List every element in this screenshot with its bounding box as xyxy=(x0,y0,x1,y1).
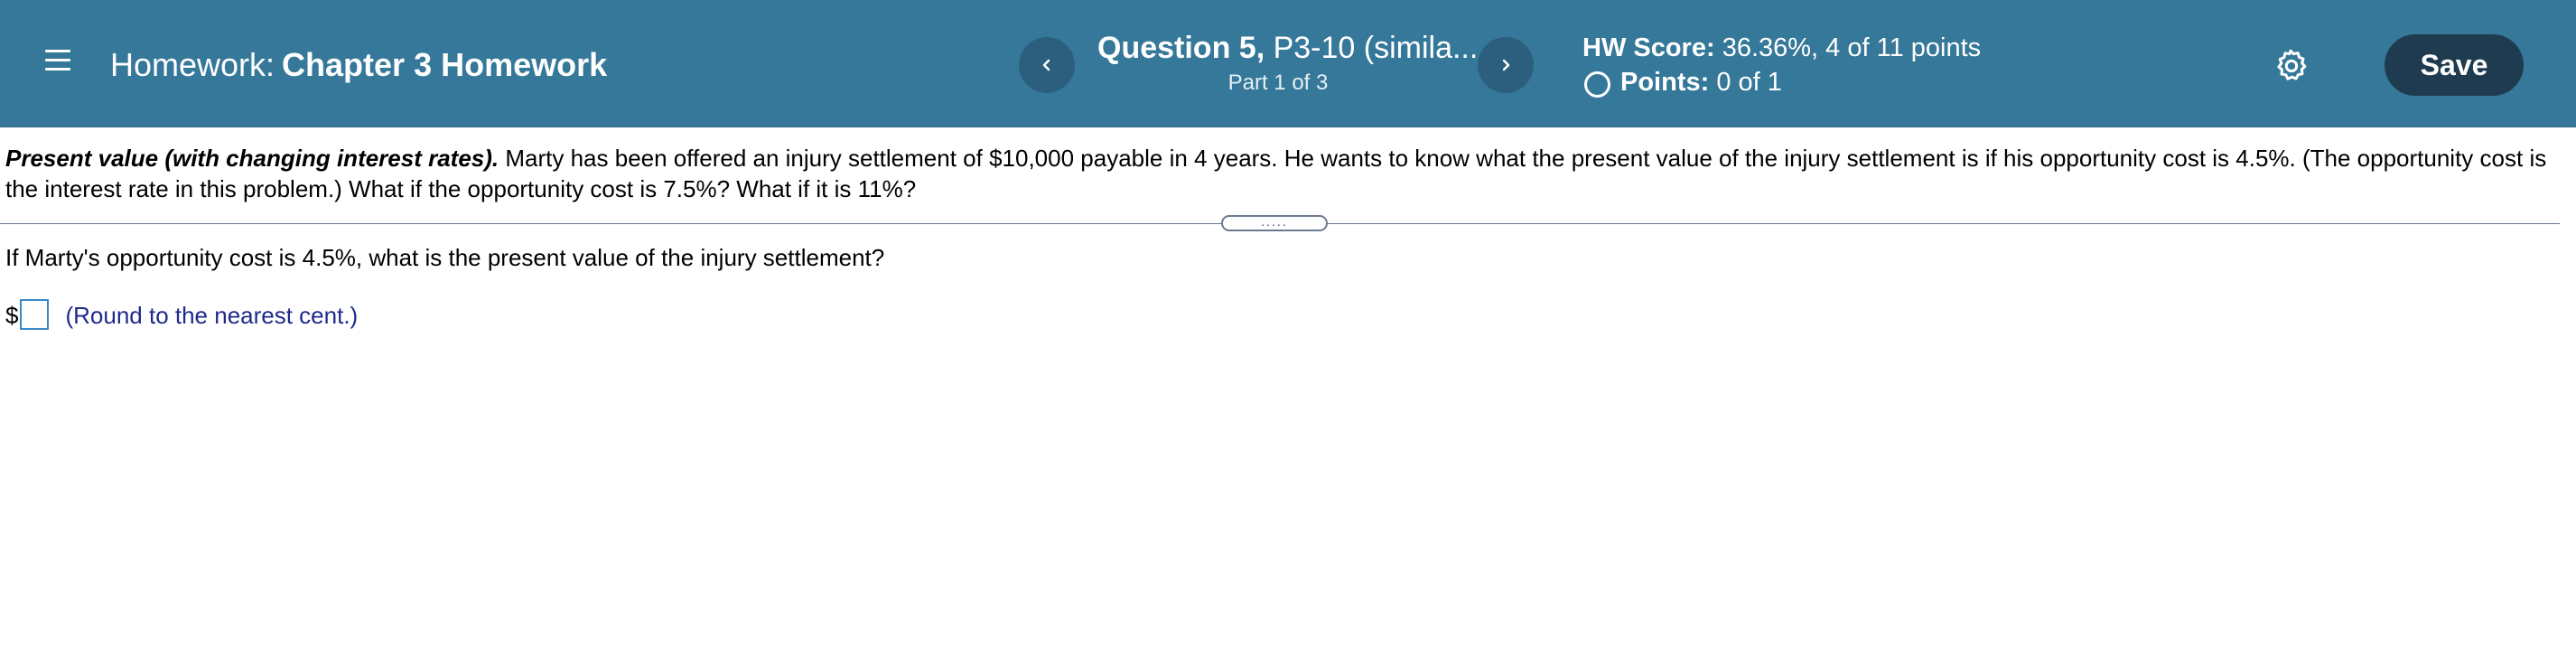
pane-resize-handle[interactable]: ..... xyxy=(1221,215,1328,231)
top-bar: Homework: Chapter 3 Homework Question 5, … xyxy=(0,0,2576,127)
question-id: P3-10 (simila... xyxy=(1273,31,1479,65)
hw-score: HW Score: 36.36%, 4 of 11 points xyxy=(1582,31,1981,65)
gear-icon[interactable] xyxy=(2273,47,2309,83)
question-number: Question 5, xyxy=(1097,31,1265,65)
problem-title: Present value (with changing interest ra… xyxy=(5,145,499,172)
part-question: If Marty's opportunity cost is 4.5%, wha… xyxy=(5,244,885,271)
question-info: Question 5, P3-10 (simila... Part 1 of 3 xyxy=(1097,29,1478,98)
hamburger-menu-icon[interactable] xyxy=(40,43,76,83)
question-title: Question 5, P3-10 (simila... xyxy=(1097,29,1478,67)
answer-input[interactable] xyxy=(20,299,50,330)
question-part: Part 1 of 3 xyxy=(1227,70,1329,95)
score-block: HW Score: 36.36%, 4 of 11 points Points:… xyxy=(1582,31,1981,99)
points-status-icon xyxy=(1584,71,1610,98)
chevron-right-icon xyxy=(1502,59,1510,71)
homework-prefix: Homework: xyxy=(110,46,275,83)
chevron-left-icon xyxy=(1042,59,1050,71)
points-value: 0 of 1 xyxy=(1716,68,1782,97)
answer-row: $ (Round to the nearest cent.) xyxy=(5,298,358,333)
homework-title: Homework: Chapter 3 Homework xyxy=(110,45,607,85)
next-question-button[interactable] xyxy=(1478,37,1534,93)
homework-name: Chapter 3 Homework xyxy=(282,46,608,83)
points-label: Points: xyxy=(1620,68,1710,97)
currency-symbol: $ xyxy=(5,302,19,329)
hw-score-value: 36.36%, 4 of 11 points xyxy=(1722,33,1982,62)
rounding-hint: (Round to the nearest cent.) xyxy=(65,302,359,329)
points-row: Points: 0 of 1 xyxy=(1582,65,1981,99)
save-button[interactable]: Save xyxy=(2385,34,2524,96)
hw-score-label: HW Score: xyxy=(1582,33,1715,62)
previous-question-button[interactable] xyxy=(1019,37,1075,93)
problem-statement: Present value (with changing interest ra… xyxy=(5,143,2562,204)
